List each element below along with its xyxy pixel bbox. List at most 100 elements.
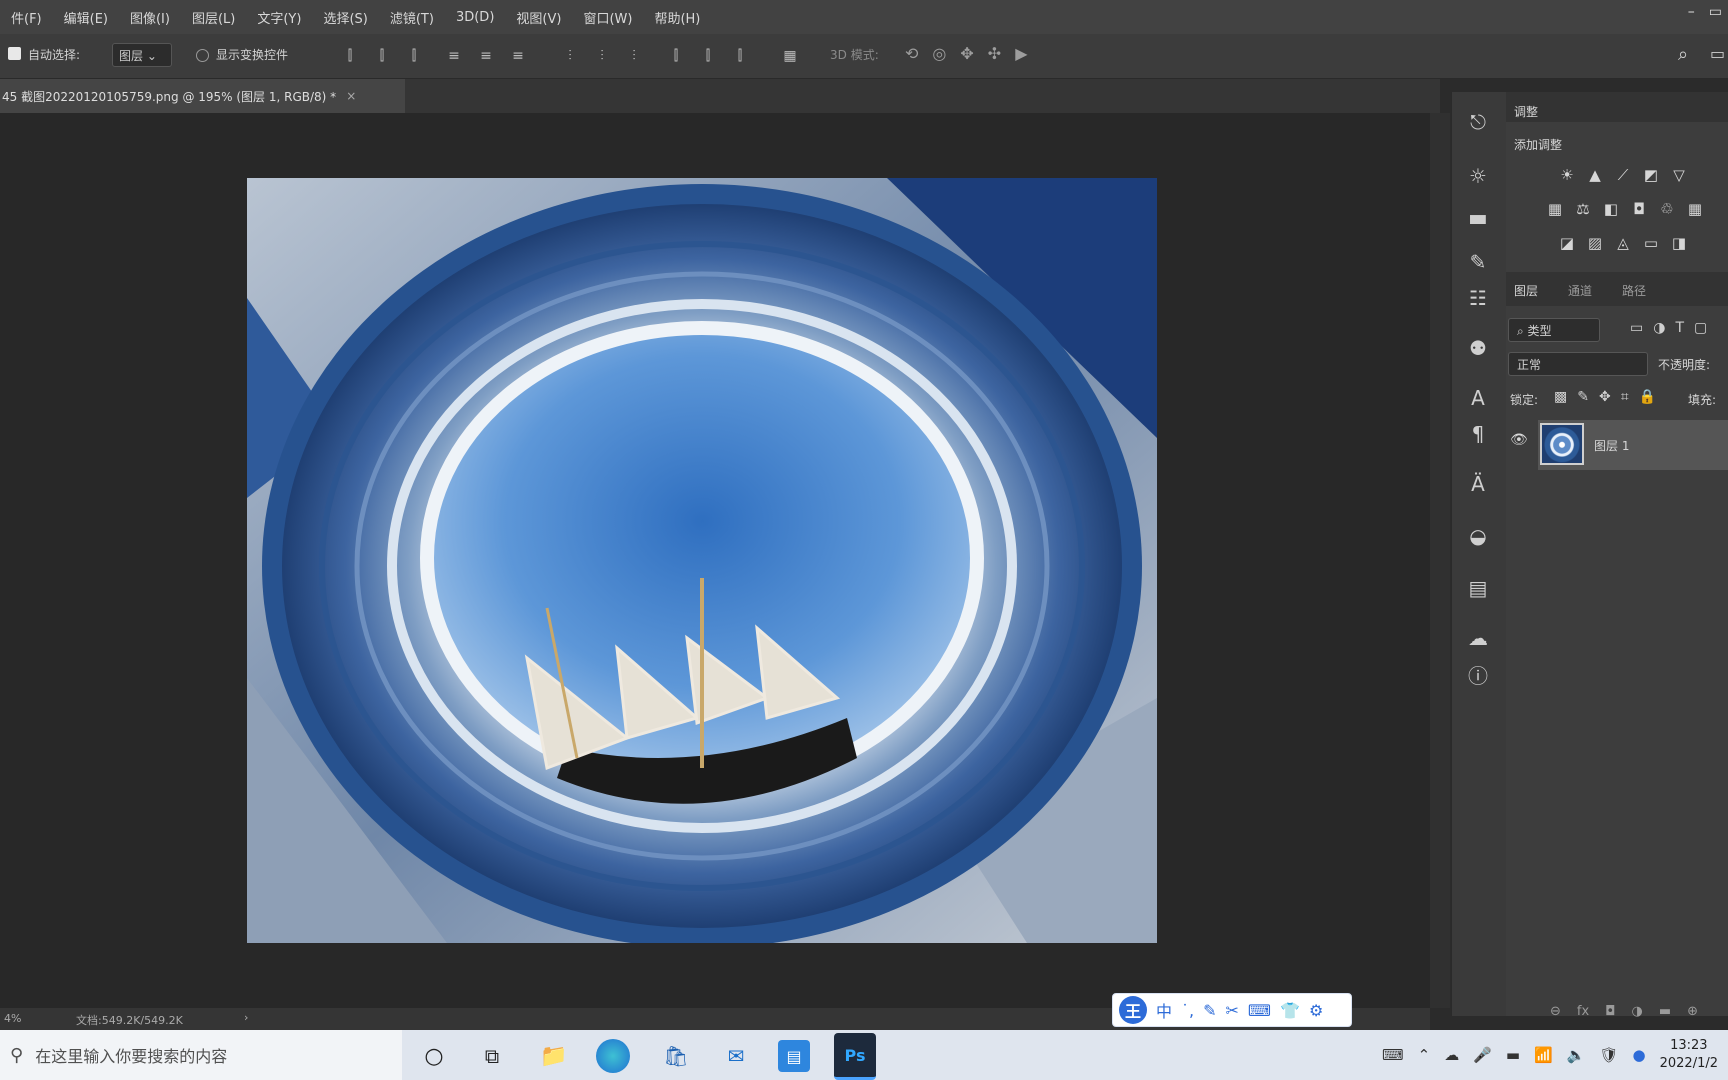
3d-slide-icon[interactable]: ✣ (988, 44, 1001, 63)
keyboard-layout-icon[interactable]: ⌨ (1382, 1046, 1404, 1064)
group-icon[interactable]: ▬ (1659, 1004, 1671, 1019)
vibrance-icon[interactable]: ▽ (1668, 164, 1690, 186)
histogram-icon[interactable]: ▃ (1464, 198, 1492, 226)
tab-channels[interactable]: 通道 (1568, 282, 1592, 299)
type-filter-icon[interactable]: T (1675, 320, 1684, 336)
battery-icon[interactable]: ▬ (1506, 1046, 1520, 1064)
glyphs-icon[interactable]: Ä (1464, 470, 1492, 498)
adjustments-icon[interactable]: ☼ (1464, 162, 1492, 190)
ime-handwrite-icon[interactable]: ✎ (1203, 1001, 1216, 1020)
close-tab-icon[interactable]: × (346, 89, 356, 103)
document-image[interactable] (247, 178, 1157, 943)
status-arrow-icon[interactable]: › (244, 1011, 248, 1024)
3d-icon[interactable]: ◒ (1464, 522, 1492, 550)
taskbar-search[interactable]: ⚲ 在这里输入你要搜索的内容 (0, 1030, 402, 1080)
vertical-scrollbar[interactable] (1430, 113, 1450, 1008)
clock[interactable]: 13:23 2022/1/2 (1660, 1037, 1718, 1073)
tab-layers[interactable]: 图层 (1514, 282, 1538, 299)
gradient-map-icon[interactable]: ▭ (1640, 232, 1662, 254)
libraries-icon[interactable]: ☁ (1464, 624, 1492, 652)
auto-align-icon[interactable]: ▦ (782, 48, 798, 64)
lock-paint-icon[interactable]: ✎ (1577, 389, 1589, 405)
curves-icon[interactable]: ⟋ (1612, 164, 1634, 186)
mail-icon[interactable]: ✉ (716, 1036, 756, 1076)
tray-expand-icon[interactable]: ⌃ (1418, 1046, 1431, 1064)
distribute-left-icon[interactable]: ⫿ (668, 48, 684, 64)
threshold-icon[interactable]: ◬ (1612, 232, 1634, 254)
volume-icon[interactable]: 🔈 (1567, 1046, 1586, 1064)
distribute-right-icon[interactable]: ⫿ (732, 48, 748, 64)
edge-browser-icon[interactable] (596, 1039, 630, 1073)
menu-window[interactable]: 窗口(W) (572, 8, 643, 27)
show-transform-checkbox[interactable] (196, 49, 209, 62)
new-layer-icon[interactable]: ⊕ (1687, 1004, 1698, 1019)
people-icon[interactable]: ⚉ (1464, 334, 1492, 362)
ime-settings-icon[interactable]: ⚙ (1309, 1001, 1323, 1020)
onedrive-icon[interactable]: ☁ (1444, 1046, 1459, 1064)
mask-icon[interactable]: ◘ (1605, 1004, 1615, 1019)
menu-layer[interactable]: 图层(L) (181, 8, 246, 27)
maximize-icon[interactable]: ▭ (1709, 4, 1722, 20)
blend-mode-dropdown[interactable]: 正常 (1508, 352, 1648, 376)
ime-language[interactable]: 中 (1156, 998, 1172, 1022)
auto-select-dropdown[interactable]: 图层 ⌄ (112, 43, 172, 67)
store-icon[interactable]: 🛍 (656, 1036, 696, 1076)
file-explorer-icon[interactable]: 📁 (534, 1036, 574, 1076)
menu-select[interactable]: 选择(S) (312, 8, 378, 27)
ime-skin-icon[interactable]: 👕 (1280, 1001, 1300, 1020)
distribute-vcenter-icon[interactable]: ⫶ (594, 48, 610, 64)
shape-filter-icon[interactable]: ▢ (1694, 320, 1707, 336)
tab-adjustments[interactable]: 调整 (1514, 103, 1538, 120)
distribute-top-icon[interactable]: ⫶ (562, 48, 578, 64)
3d-roll-icon[interactable]: ◎ (932, 44, 946, 63)
search-icon[interactable]: ⌕ (1678, 44, 1688, 65)
zoom-level[interactable]: 4% (4, 1012, 21, 1025)
photo-filter-icon[interactable]: ◘ (1628, 198, 1650, 220)
menu-image[interactable]: 图像(I) (119, 8, 181, 27)
lock-all-icon[interactable]: 🔒 (1639, 389, 1656, 405)
menu-file[interactable]: 件(F) (0, 8, 53, 27)
ime-tools-icon[interactable]: ✂ (1226, 1001, 1239, 1020)
auto-select-checkbox[interactable] (8, 47, 21, 60)
notification-badge-icon[interactable]: ● (1633, 1046, 1646, 1064)
ime-logo-icon[interactable]: 王 (1119, 996, 1147, 1024)
distribute-bottom-icon[interactable]: ⫶ (626, 48, 642, 64)
color-balance-icon[interactable]: ⚖ (1572, 198, 1594, 220)
3d-scale-icon[interactable]: ▶ (1015, 44, 1027, 63)
link-layers-icon[interactable]: ⊖ (1550, 1004, 1561, 1019)
exposure-icon[interactable]: ◩ (1640, 164, 1662, 186)
selective-color-icon[interactable]: ◨ (1668, 232, 1690, 254)
fx-icon[interactable]: fx (1577, 1004, 1589, 1019)
brightness-icon[interactable]: ☀ (1556, 164, 1578, 186)
network-icon[interactable]: 📶 (1534, 1046, 1553, 1064)
new-adjustment-icon[interactable]: ◑ (1631, 1004, 1642, 1019)
brush-icon[interactable]: ✎ (1464, 248, 1492, 276)
lock-artboard-icon[interactable]: ⌗ (1621, 389, 1629, 405)
align-hcenter-icon[interactable]: ≡ (478, 48, 494, 64)
menu-type[interactable]: 文字(Y) (246, 8, 312, 27)
menu-view[interactable]: 视图(V) (505, 8, 572, 27)
lock-move-icon[interactable]: ✥ (1599, 389, 1611, 405)
invert-icon[interactable]: ◪ (1556, 232, 1578, 254)
hue-saturation-icon[interactable]: ▦ (1544, 198, 1566, 220)
ime-punctuation-icon[interactable]: ˙, (1181, 1001, 1194, 1020)
menu-filter[interactable]: 滤镜(T) (379, 8, 445, 27)
microphone-icon[interactable]: 🎤 (1473, 1046, 1492, 1064)
visibility-eye-icon[interactable]: 👁 (1510, 432, 1528, 448)
posterize-icon[interactable]: ▨ (1584, 232, 1606, 254)
info-icon[interactable]: ⓘ (1464, 660, 1492, 688)
minimize-icon[interactable]: – (1688, 4, 1695, 20)
layer-name[interactable]: 图层 1 (1594, 437, 1629, 454)
document-tab[interactable]: 45 截图20220120105759.png @ 195% (图层 1, RG… (0, 79, 405, 113)
adjust-filter-icon[interactable]: ◑ (1653, 320, 1665, 336)
layer-filter-dropdown[interactable]: ⌕ 类型 (1508, 318, 1600, 342)
history-icon[interactable]: ⎋ (1464, 108, 1492, 136)
channels-icon[interactable]: ▤ (1464, 574, 1492, 602)
distribute-hcenter-icon[interactable]: ⫿ (700, 48, 716, 64)
task-view-icon[interactable]: ⧉ (472, 1036, 512, 1076)
menu-help[interactable]: 帮助(H) (643, 8, 711, 27)
menu-edit[interactable]: 编辑(E) (53, 8, 119, 27)
3d-pan-icon[interactable]: ✥ (960, 44, 973, 63)
align-bottom-icon[interactable]: ⫿ (406, 48, 422, 64)
character-icon[interactable]: A (1464, 384, 1492, 412)
